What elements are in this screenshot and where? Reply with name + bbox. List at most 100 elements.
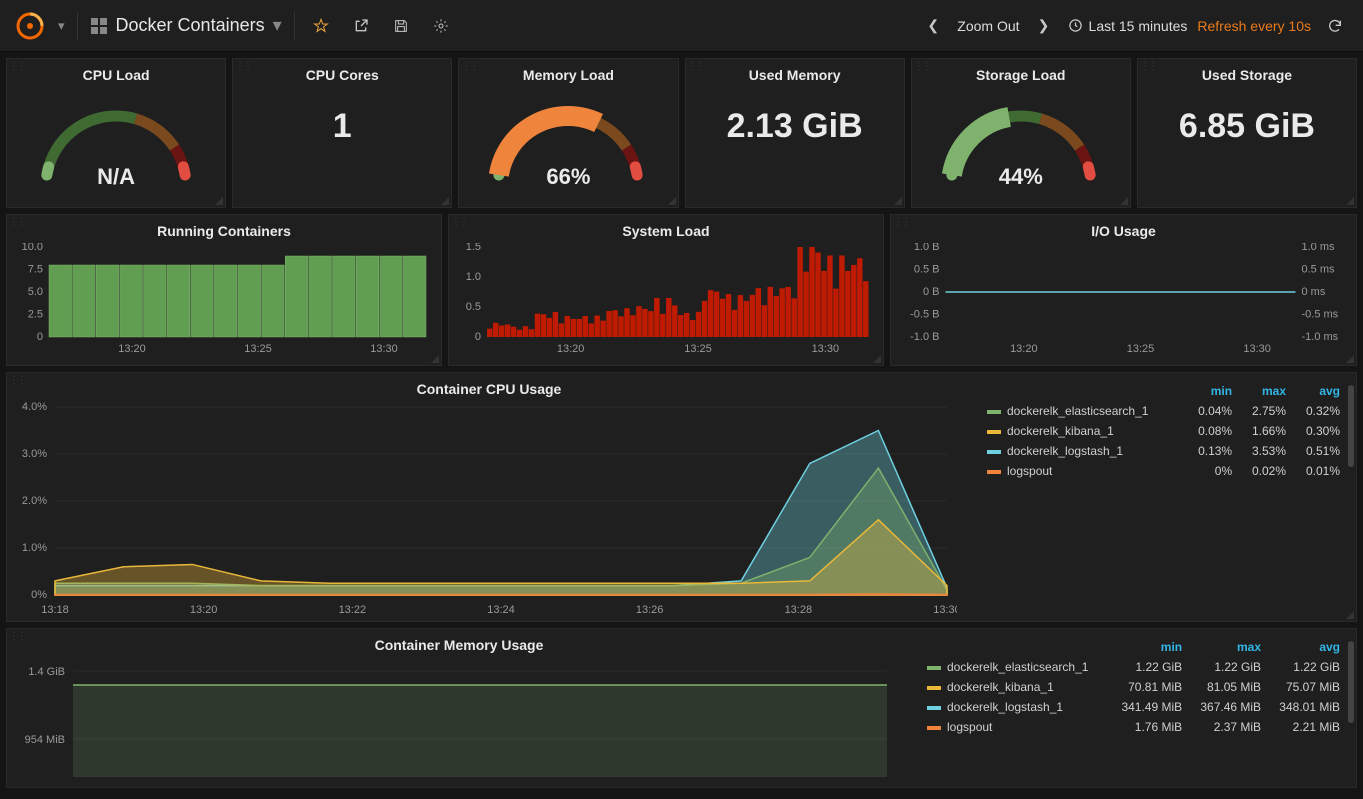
svg-text:1.0 ms: 1.0 ms (1302, 243, 1336, 253)
legend-row[interactable]: dockerelk_logstash_1 341.49 MiB 367.46 M… (921, 697, 1346, 717)
refresh-interval-picker[interactable]: Refresh every 10s (1197, 18, 1311, 34)
panel-cpu-load[interactable]: ⋮⋮ CPU Load N/A (6, 58, 226, 208)
drag-handle-icon[interactable]: ⋮⋮ (688, 61, 704, 72)
legend-row[interactable]: dockerelk_kibana_1 70.81 MiB 81.05 MiB 7… (921, 677, 1346, 697)
divider (77, 12, 78, 40)
series-max: 367.46 MiB (1188, 697, 1267, 717)
legend-header: min (1109, 637, 1188, 657)
container-memory-chart: 1.4 GiB954 MiB (7, 657, 897, 781)
panel-container-memory[interactable]: ⋮⋮ Container Memory Usage 1.4 GiB954 MiB… (6, 628, 1357, 788)
svg-text:0.5: 0.5 (466, 301, 481, 313)
panel-used-memory[interactable]: ⋮⋮ Used Memory 2.13 GiB (685, 58, 905, 208)
legend-row[interactable]: dockerelk_logstash_1 0.13% 3.53% 0.51% (981, 441, 1346, 461)
gauge: N/A (26, 91, 206, 196)
resize-handle-icon[interactable] (431, 355, 439, 363)
cpu-row: ⋮⋮ Container CPU Usage 4.0%3.0%2.0%1.0%0… (6, 372, 1357, 622)
svg-text:3.0%: 3.0% (22, 448, 47, 460)
series-avg: 0.30% (1292, 421, 1346, 441)
svg-text:954 MiB: 954 MiB (25, 734, 65, 746)
svg-text:-0.5 B: -0.5 B (910, 309, 939, 321)
save-button[interactable] (387, 12, 415, 40)
chevron-left-icon: ❮ (927, 17, 939, 34)
gear-icon (433, 18, 449, 34)
series-name: logspout (1007, 464, 1052, 478)
drag-handle-icon[interactable]: ⋮⋮ (914, 61, 930, 72)
legend-header: max (1188, 637, 1267, 657)
svg-text:5.0: 5.0 (28, 286, 43, 298)
legend-row[interactable]: dockerelk_elasticsearch_1 1.22 GiB 1.22 … (921, 657, 1346, 677)
legend-row[interactable]: dockerelk_kibana_1 0.08% 1.66% 0.30% (981, 421, 1346, 441)
refresh-button[interactable] (1321, 12, 1349, 40)
svg-text:2.5: 2.5 (28, 309, 43, 321)
series-max: 1.66% (1238, 421, 1292, 441)
panel-memory-load[interactable]: ⋮⋮ Memory Load 66% (458, 58, 678, 208)
panel-used-storage[interactable]: ⋮⋮ Used Storage 6.85 GiB (1137, 58, 1357, 208)
panel-title: Storage Load (976, 59, 1065, 87)
svg-text:13:28: 13:28 (785, 604, 813, 616)
grafana-logo-icon[interactable] (14, 10, 46, 42)
series-name: dockerelk_logstash_1 (1007, 444, 1123, 458)
legend-row[interactable]: logspout 1.76 MiB 2.37 MiB 2.21 MiB (921, 717, 1346, 737)
svg-text:13:24: 13:24 (487, 604, 515, 616)
panel-storage-load[interactable]: ⋮⋮ Storage Load 44% (911, 58, 1131, 208)
resize-handle-icon[interactable] (1346, 611, 1354, 619)
drag-handle-icon[interactable]: ⋮⋮ (1140, 61, 1156, 72)
svg-text:13:20: 13:20 (1010, 343, 1038, 355)
resize-handle-icon[interactable] (441, 197, 449, 205)
dashboard-picker[interactable]: Docker Containers ▾ (90, 15, 282, 36)
stat-value: 1 (333, 107, 352, 146)
series-name: logspout (947, 720, 992, 734)
drag-handle-icon[interactable]: ⋮⋮ (461, 61, 477, 72)
svg-text:-1.0 B: -1.0 B (910, 331, 939, 343)
resize-handle-icon[interactable] (1346, 197, 1354, 205)
resize-handle-icon[interactable] (1120, 197, 1128, 205)
panel-system-load[interactable]: ⋮⋮ System Load 1.51.00.5013:2013:2513:30 (448, 214, 884, 366)
panel-title: System Load (449, 215, 883, 243)
time-range-picker[interactable]: Last 15 minutes (1068, 18, 1188, 34)
star-button[interactable] (307, 12, 335, 40)
drag-handle-icon[interactable]: ⋮⋮ (9, 217, 25, 228)
svg-text:1.0 B: 1.0 B (914, 243, 940, 253)
drag-handle-icon[interactable]: ⋮⋮ (893, 217, 909, 228)
drag-handle-icon[interactable]: ⋮⋮ (451, 217, 467, 228)
panel-cpu-cores[interactable]: ⋮⋮ CPU Cores 1 (232, 58, 452, 208)
panel-running-containers[interactable]: ⋮⋮ Running Containers 10.07.55.02.5013:2… (6, 214, 442, 366)
drag-handle-icon[interactable]: ⋮⋮ (9, 61, 25, 72)
panel-title: Memory Load (523, 59, 614, 87)
svg-text:13:30: 13:30 (933, 604, 957, 616)
zoom-out-button[interactable]: Zoom Out (957, 18, 1019, 34)
time-forward-button[interactable]: ❯ (1030, 12, 1058, 40)
time-back-button[interactable]: ❮ (919, 12, 947, 40)
series-min: 1.22 GiB (1109, 657, 1188, 677)
chevron-right-icon: ❯ (1038, 17, 1050, 34)
resize-handle-icon[interactable] (215, 197, 223, 205)
resize-handle-icon[interactable] (873, 355, 881, 363)
svg-text:1.5: 1.5 (466, 243, 481, 253)
panel-io-usage[interactable]: ⋮⋮ I/O Usage 1.0 B0.5 B0 B-0.5 B-1.0 B1.… (890, 214, 1357, 366)
svg-text:0%: 0% (31, 589, 47, 601)
legend-row[interactable]: dockerelk_elasticsearch_1 0.04% 2.75% 0.… (981, 401, 1346, 421)
legend-header: max (1238, 381, 1292, 401)
svg-text:13:25: 13:25 (684, 343, 712, 355)
legend-header: avg (1292, 381, 1346, 401)
scrollbar[interactable] (1348, 641, 1354, 723)
panel-title: CPU Cores (306, 59, 379, 87)
settings-button[interactable] (427, 12, 455, 40)
legend-swatch-icon (987, 410, 1001, 414)
svg-text:0.5 B: 0.5 B (914, 264, 940, 276)
svg-text:13:20: 13:20 (557, 343, 585, 355)
scrollbar[interactable] (1348, 385, 1354, 467)
share-button[interactable] (347, 12, 375, 40)
chevron-down-icon[interactable]: ▾ (58, 18, 65, 34)
cpu-legend: minmaxavg dockerelk_elasticsearch_1 0.04… (971, 373, 1356, 621)
resize-handle-icon[interactable] (1346, 355, 1354, 363)
series-name: dockerelk_elasticsearch_1 (947, 660, 1088, 674)
resize-handle-icon[interactable] (894, 197, 902, 205)
legend-row[interactable]: logspout 0% 0.02% 0.01% (981, 461, 1346, 481)
resize-handle-icon[interactable] (668, 197, 676, 205)
svg-text:13:26: 13:26 (636, 604, 664, 616)
series-max: 3.53% (1238, 441, 1292, 461)
memory-legend: minmaxavg dockerelk_elasticsearch_1 1.22… (911, 629, 1356, 787)
panel-container-cpu[interactable]: ⋮⋮ Container CPU Usage 4.0%3.0%2.0%1.0%0… (6, 372, 1357, 622)
drag-handle-icon[interactable]: ⋮⋮ (235, 61, 251, 72)
